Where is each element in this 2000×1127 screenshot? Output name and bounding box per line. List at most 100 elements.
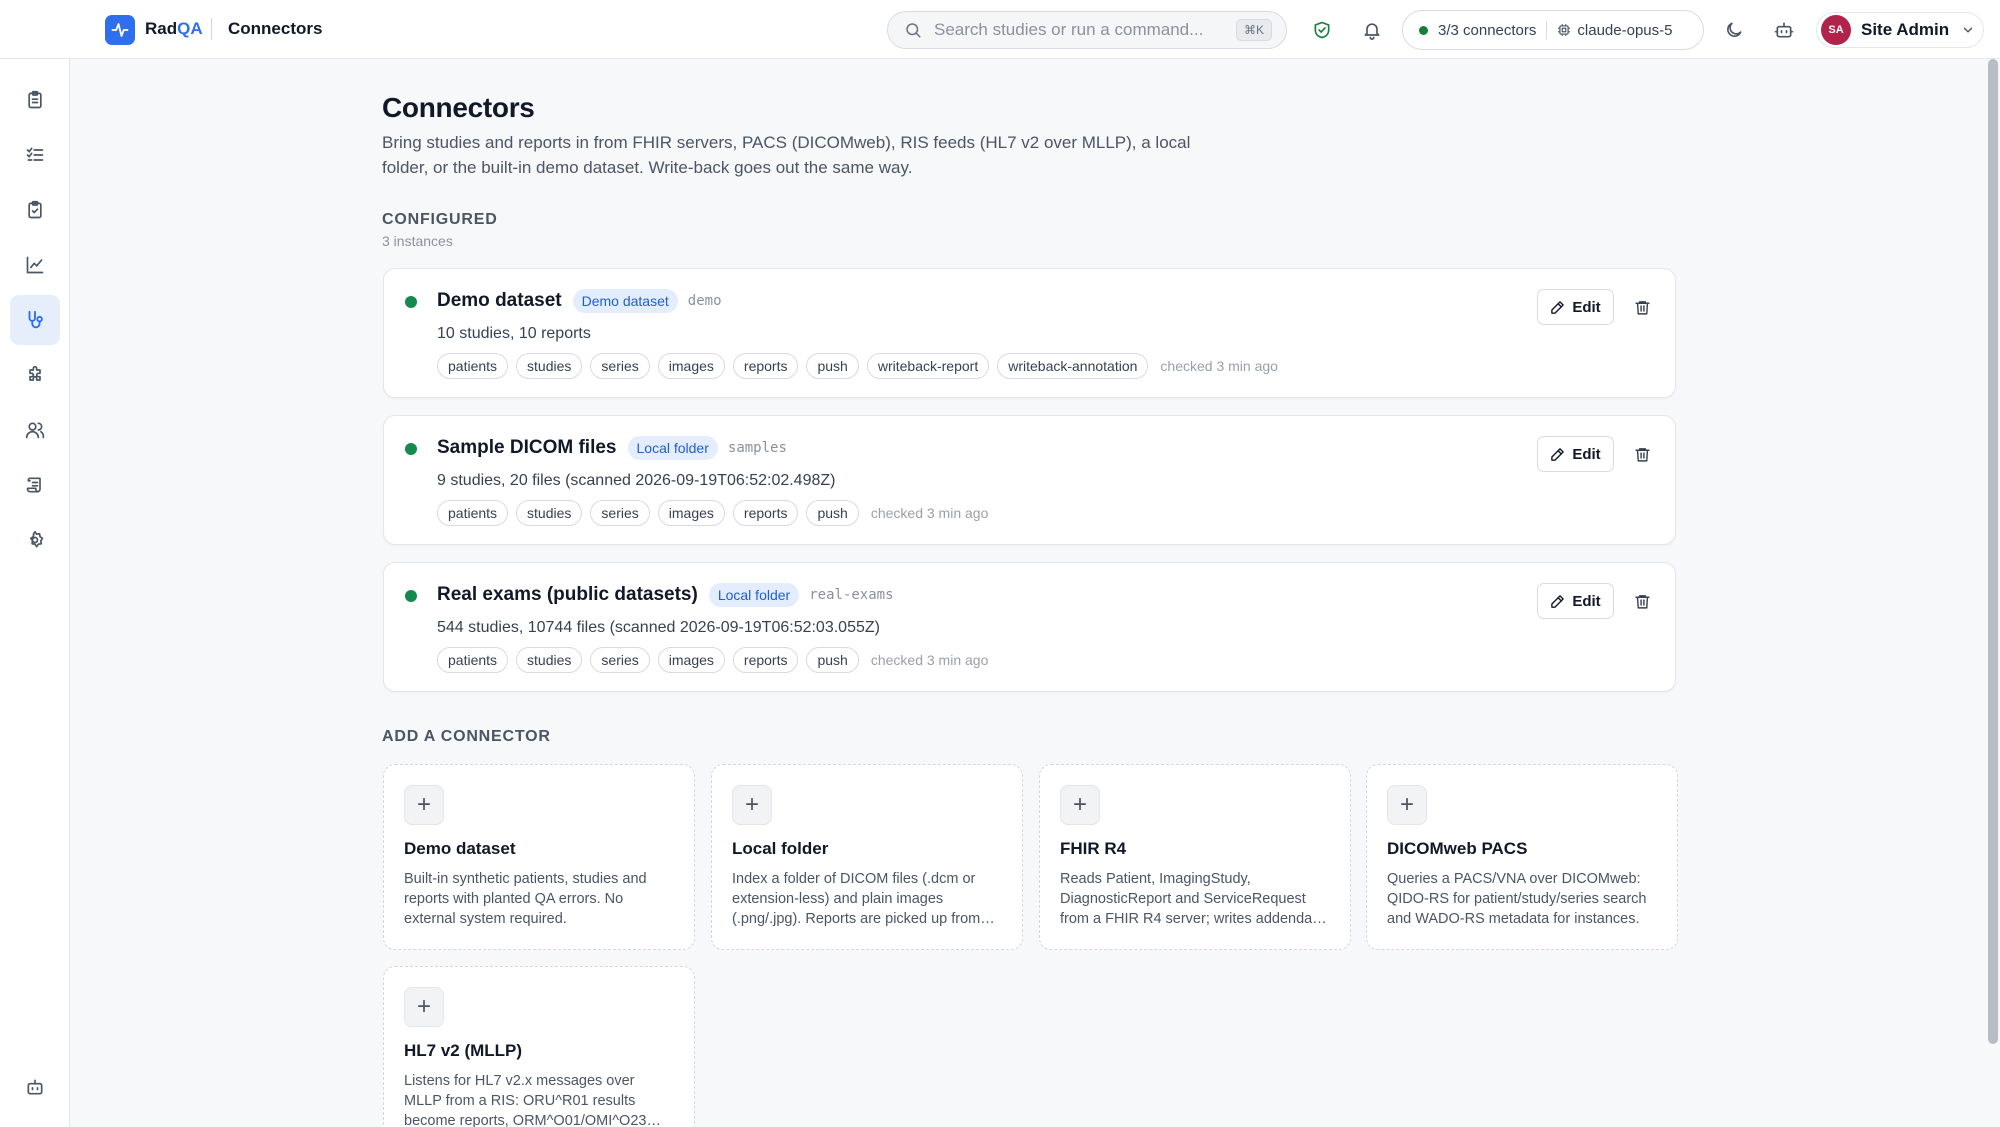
connector-summary: 9 studies, 20 files (scanned 2026-09-19T…	[437, 472, 836, 489]
capability-tag: push	[806, 353, 859, 379]
plus-icon[interactable]: +	[404, 987, 444, 1027]
capability-tag: patients	[437, 500, 509, 526]
connector-name: Real exams (public datasets)	[437, 584, 698, 605]
capability-tag: series	[590, 353, 650, 379]
delete-button[interactable]	[1628, 587, 1656, 615]
search-input[interactable]: Search studies or run a command... ⌘K	[887, 11, 1287, 49]
pencil-icon	[1551, 594, 1565, 608]
capability-tags: patients studies series images reports push c…	[437, 500, 988, 526]
shortcut-badge: ⌘K	[1235, 19, 1272, 41]
plus-icon[interactable]: +	[1387, 785, 1427, 825]
connector-slug: demo	[687, 293, 722, 309]
bell-icon[interactable]	[1357, 15, 1387, 45]
trash-icon	[1634, 594, 1650, 609]
users-icon	[25, 422, 45, 439]
puzzle-icon	[29, 365, 41, 381]
search-placeholder: Search studies or run a command...	[934, 20, 1204, 39]
delete-button[interactable]	[1628, 293, 1656, 321]
connector-count: 3/3 connectors	[1438, 21, 1537, 39]
scrollbar[interactable]	[1988, 59, 1998, 1044]
capability-tag: patients	[437, 647, 509, 673]
plus-icon[interactable]: +	[732, 785, 772, 825]
plus-icon[interactable]: +	[1060, 785, 1100, 825]
moon-icon[interactable]	[1719, 15, 1749, 45]
sidebar-item-connectors[interactable]	[10, 295, 60, 345]
capability-tag: push	[806, 500, 859, 526]
connector-summary: 10 studies, 10 reports	[437, 325, 591, 342]
add-connector-title: FHIR R4	[1060, 839, 1127, 858]
pencil-icon	[1551, 300, 1565, 314]
connector-slug: real-exams	[809, 587, 894, 603]
connector-status-pill[interactable]: 3/3 connectors claude-opus-5	[1402, 10, 1704, 50]
connector-slug: samples	[727, 440, 787, 456]
delete-button[interactable]	[1628, 440, 1656, 468]
add-connector-card[interactable]: + HL7 v2 (MLLP) Listens for HL7 v2.x mes…	[383, 966, 695, 1127]
chart-line-icon	[26, 256, 44, 274]
configured-count: 3 instances	[382, 233, 453, 249]
add-connector-title: Local folder	[732, 839, 829, 858]
sidebar-item-review[interactable]	[10, 185, 60, 235]
user-menu[interactable]: SA Site Admin	[1816, 12, 1984, 48]
bot-icon[interactable]	[1769, 15, 1799, 45]
edit-button[interactable]: Edit	[1537, 583, 1614, 619]
connector-card[interactable]: Sample DICOM files Local folder samples …	[383, 415, 1676, 545]
sidebar-item-checklist[interactable]	[10, 130, 60, 180]
status-dot	[1419, 25, 1428, 35]
capability-tag: push	[806, 647, 859, 673]
connector-name: Demo dataset	[437, 290, 562, 311]
capability-tag: patients	[437, 353, 509, 379]
add-connector-description: Listens for HL7 v2.x messages over MLLP …	[404, 1073, 647, 1127]
capability-tag: series	[590, 647, 650, 673]
top-bar: RadQA Connectors Search studies or run a…	[0, 0, 2000, 59]
add-connector-card[interactable]: + Demo dataset Built-in synthetic patien…	[383, 764, 695, 950]
add-connector-heading: ADD A CONNECTOR	[382, 728, 551, 745]
clipboard-check-icon	[28, 200, 42, 219]
capability-tag: studies	[516, 353, 583, 379]
logo-icon[interactable]	[105, 15, 135, 45]
chevron-down-icon	[1963, 27, 1973, 33]
sidebar-item-plugins[interactable]	[10, 350, 60, 400]
pencil-icon	[1551, 447, 1565, 461]
add-connector-description: Reads Patient, ImagingStudy, DiagnosticR…	[1060, 871, 1313, 927]
add-connector-card[interactable]: + Local folder Index a folder of DICOM f…	[711, 764, 1023, 950]
brand-name[interactable]: RadQA	[145, 19, 203, 39]
edit-button[interactable]: Edit	[1537, 289, 1614, 325]
sidebar-item-worklist[interactable]	[10, 75, 60, 125]
scroll-icon	[26, 477, 41, 493]
add-connector-title: HL7 v2 (MLLP)	[404, 1041, 523, 1060]
connector-type-badge: Local folder	[708, 583, 800, 607]
edit-button[interactable]: Edit	[1537, 436, 1614, 472]
sidebar-item-analytics[interactable]	[10, 240, 60, 290]
shield-check-icon[interactable]	[1307, 15, 1337, 45]
sidebar-item-users[interactable]	[10, 405, 60, 455]
connector-name: Sample DICOM files	[437, 437, 617, 458]
connector-summary: 544 studies, 10744 files (scanned 2026-0…	[437, 619, 880, 636]
trash-icon	[1634, 300, 1650, 315]
edit-label: Edit	[1572, 298, 1601, 316]
sidebar-item-audit[interactable]	[10, 460, 60, 510]
capability-tag: images	[657, 353, 725, 379]
capability-tag: writeback-annotation	[997, 353, 1149, 379]
search-icon	[906, 23, 921, 38]
capability-tags: patients studies series images reports push c…	[437, 647, 988, 673]
capability-tag: reports	[732, 500, 799, 526]
capability-tag: images	[657, 647, 725, 673]
page-title: Connectors	[382, 92, 535, 123]
add-connector-card[interactable]: + FHIR R4 Reads Patient, ImagingStudy, D…	[1039, 764, 1351, 950]
model-name: claude-opus-5	[1577, 21, 1673, 39]
trash-icon	[1634, 447, 1650, 462]
add-connector-description: Queries a PACS/VNA over DICOMweb: QIDO-R…	[1387, 871, 1647, 927]
status-dot	[405, 590, 417, 602]
sidebar-item-assistant[interactable]	[10, 1062, 60, 1112]
add-connector-card[interactable]: + DICOMweb PACS Queries a PACS/VNA over …	[1366, 764, 1678, 950]
connector-card[interactable]: Demo dataset Demo dataset demo 10 studie…	[383, 268, 1676, 398]
connector-type-badge: Demo dataset	[572, 289, 678, 313]
add-connector-title: DICOMweb PACS	[1387, 839, 1528, 858]
edit-label: Edit	[1572, 592, 1601, 610]
status-dot	[405, 296, 417, 308]
add-connector-description: Built-in synthetic patients, studies and…	[404, 871, 647, 927]
sidebar-item-settings[interactable]	[10, 515, 60, 565]
plus-icon[interactable]: +	[404, 785, 444, 825]
connector-card[interactable]: Real exams (public datasets) Local folde…	[383, 562, 1676, 692]
add-connector-description: Index a folder of DICOM files (.dcm or e…	[732, 871, 981, 927]
